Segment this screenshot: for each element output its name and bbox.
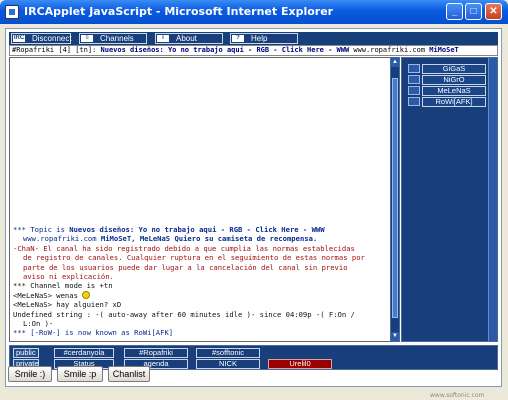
nick-item[interactable]: NiGrO: [422, 75, 486, 85]
topic-prefix: #Ropafriki [4] [tn]:: [12, 46, 101, 54]
chat-line: L:On )-: [13, 319, 389, 328]
nick-list-scrollbar[interactable]: [488, 58, 497, 341]
chat-line-text: <MeLeNaS> wenas: [13, 290, 83, 300]
chat-line-text: www.ropafriki.com: [23, 234, 101, 244]
topic-text: Nuevos diseños: Yo no trabajo aquí - RGB…: [100, 46, 350, 54]
chat-line: aviso ni explicación.: [13, 272, 389, 281]
chat-line: <MeLeNaS> hay alguien? xD: [13, 300, 389, 309]
smile-button[interactable]: Smile :): [8, 366, 52, 382]
chat-line-text: Undefined string : -( auto-away after 60…: [13, 309, 355, 319]
nick-mode-box: [408, 97, 420, 106]
chat-line-text: MiMoSeT, MeLeNaS Quiero su camiseta de r…: [100, 234, 318, 244]
channels-label: Channels: [100, 34, 134, 43]
window-title: IRCApplet JavaScript - Microsoft Interne…: [24, 5, 334, 18]
info-icon: i: [157, 35, 169, 42]
topic-bar: #Ropafriki [4] [tn]: Nuevos diseños: Yo …: [9, 45, 498, 56]
title-bar: IRCApplet JavaScript - Microsoft Interne…: [0, 0, 508, 24]
chat-line: *** [-RoW-] is now known as RoWi[AFK]: [13, 328, 389, 337]
nick-list-panel: GiGaS NiGrO MeLeNaS RoWi[AFK]: [401, 57, 498, 342]
disconnect-label: Disconnect: [32, 34, 72, 43]
maximize-button[interactable]: □: [465, 3, 482, 20]
chat-line-text: <MeLeNaS> hay alguien? xD: [13, 300, 122, 310]
irc-icon: IRC: [13, 35, 25, 42]
scroll-up-arrow-icon[interactable]: ▲: [391, 58, 399, 67]
chat-line: de registro de canales. Cualquier ruptur…: [13, 253, 389, 262]
nick-item[interactable]: MeLeNaS: [422, 86, 486, 96]
irc-applet: IRC Disconnect ≡ Channels i About ? Help…: [5, 28, 502, 387]
chat-line-text: L:On )-: [23, 319, 54, 329]
channels-button[interactable]: ≡ Channels: [79, 33, 147, 44]
scroll-down-arrow-icon[interactable]: ▼: [391, 332, 399, 341]
chat-scroll-thumb[interactable]: [392, 78, 398, 318]
nick-item[interactable]: GiGaS: [422, 64, 486, 74]
nick-mode-box: [408, 75, 420, 84]
ie-app-icon: [5, 5, 19, 19]
about-button[interactable]: i About: [155, 33, 223, 44]
help-icon: ?: [232, 35, 244, 42]
chat-line-text: parte de los usuarios puede dar lugar a …: [23, 262, 348, 272]
nick-mode-box: [408, 64, 420, 73]
chat-line-text: *** Channel mode is +tn: [13, 281, 113, 291]
chat-line: www.ropafriki.com MiMoSeT, MeLeNaS Quier…: [13, 234, 389, 243]
applet-toolbar: IRC Disconnect ≡ Channels i About ? Help: [9, 32, 498, 45]
tab-urelil0[interactable]: Urelil0: [268, 359, 332, 369]
about-label: About: [176, 34, 197, 43]
chat-line: parte de los usuarios puede dar lugar a …: [13, 263, 389, 272]
help-label: Help: [251, 34, 268, 43]
chat-line-text: *** Topic is: [13, 225, 70, 234]
chat-line: *** Topic is Nuevos diseños: Yo no traba…: [13, 225, 389, 234]
chat-line: -ChaN- El canal ha sido registrado debid…: [13, 244, 389, 253]
chat-line-text: -ChaN- El canal ha sido registrado debid…: [13, 243, 355, 253]
smiley-emoticon-icon: [82, 290, 91, 299]
chat-line-text: de registro de canales. Cualquier ruptur…: [23, 253, 365, 263]
tab-public-channel[interactable]: #sofftonic: [196, 348, 260, 358]
smile-p-button[interactable]: Smile :p: [57, 366, 103, 382]
chat-line-text: aviso ni explicación.: [23, 272, 114, 282]
channels-list-icon: ≡: [81, 35, 93, 42]
softonic-watermark: www.softonic.com: [430, 392, 485, 399]
tab-nick[interactable]: NICK: [196, 359, 260, 369]
help-button[interactable]: ? Help: [230, 33, 298, 44]
tab-public-channel[interactable]: #Ropafriki: [124, 348, 188, 358]
nick-mode-box: [408, 86, 420, 95]
chat-area: *** Topic is Nuevos diseños: Yo no traba…: [9, 57, 394, 342]
chat-line-text: *** [-RoW-] is now known as RoWi[AFK]: [13, 328, 174, 338]
chanlist-button[interactable]: Chanlist: [108, 366, 150, 382]
topic-tail: MiMoSeT: [429, 46, 459, 54]
public-row-label: public: [13, 348, 39, 358]
nick-item[interactable]: RoWi[AFK]: [422, 97, 486, 107]
chat-line: Undefined string : -( auto-away after 60…: [13, 310, 389, 319]
chat-messages: *** Topic is Nuevos diseños: Yo no traba…: [13, 225, 389, 338]
disconnect-button[interactable]: IRC Disconnect: [11, 33, 72, 44]
chat-scrollbar[interactable]: ▲ ▼: [390, 57, 400, 342]
chat-line-text: Nuevos diseños: Yo no trabajo aqui - RGB…: [69, 225, 325, 234]
topic-url: www.ropafriki.com: [349, 46, 430, 54]
tab-public-channel[interactable]: #cerdanyola: [54, 348, 114, 358]
chat-line: <MeLeNaS> wenas: [13, 290, 389, 300]
chat-line: *** Channel mode is +tn: [13, 281, 389, 290]
minimize-button[interactable]: _: [446, 3, 463, 20]
close-button[interactable]: ✕: [485, 3, 502, 20]
